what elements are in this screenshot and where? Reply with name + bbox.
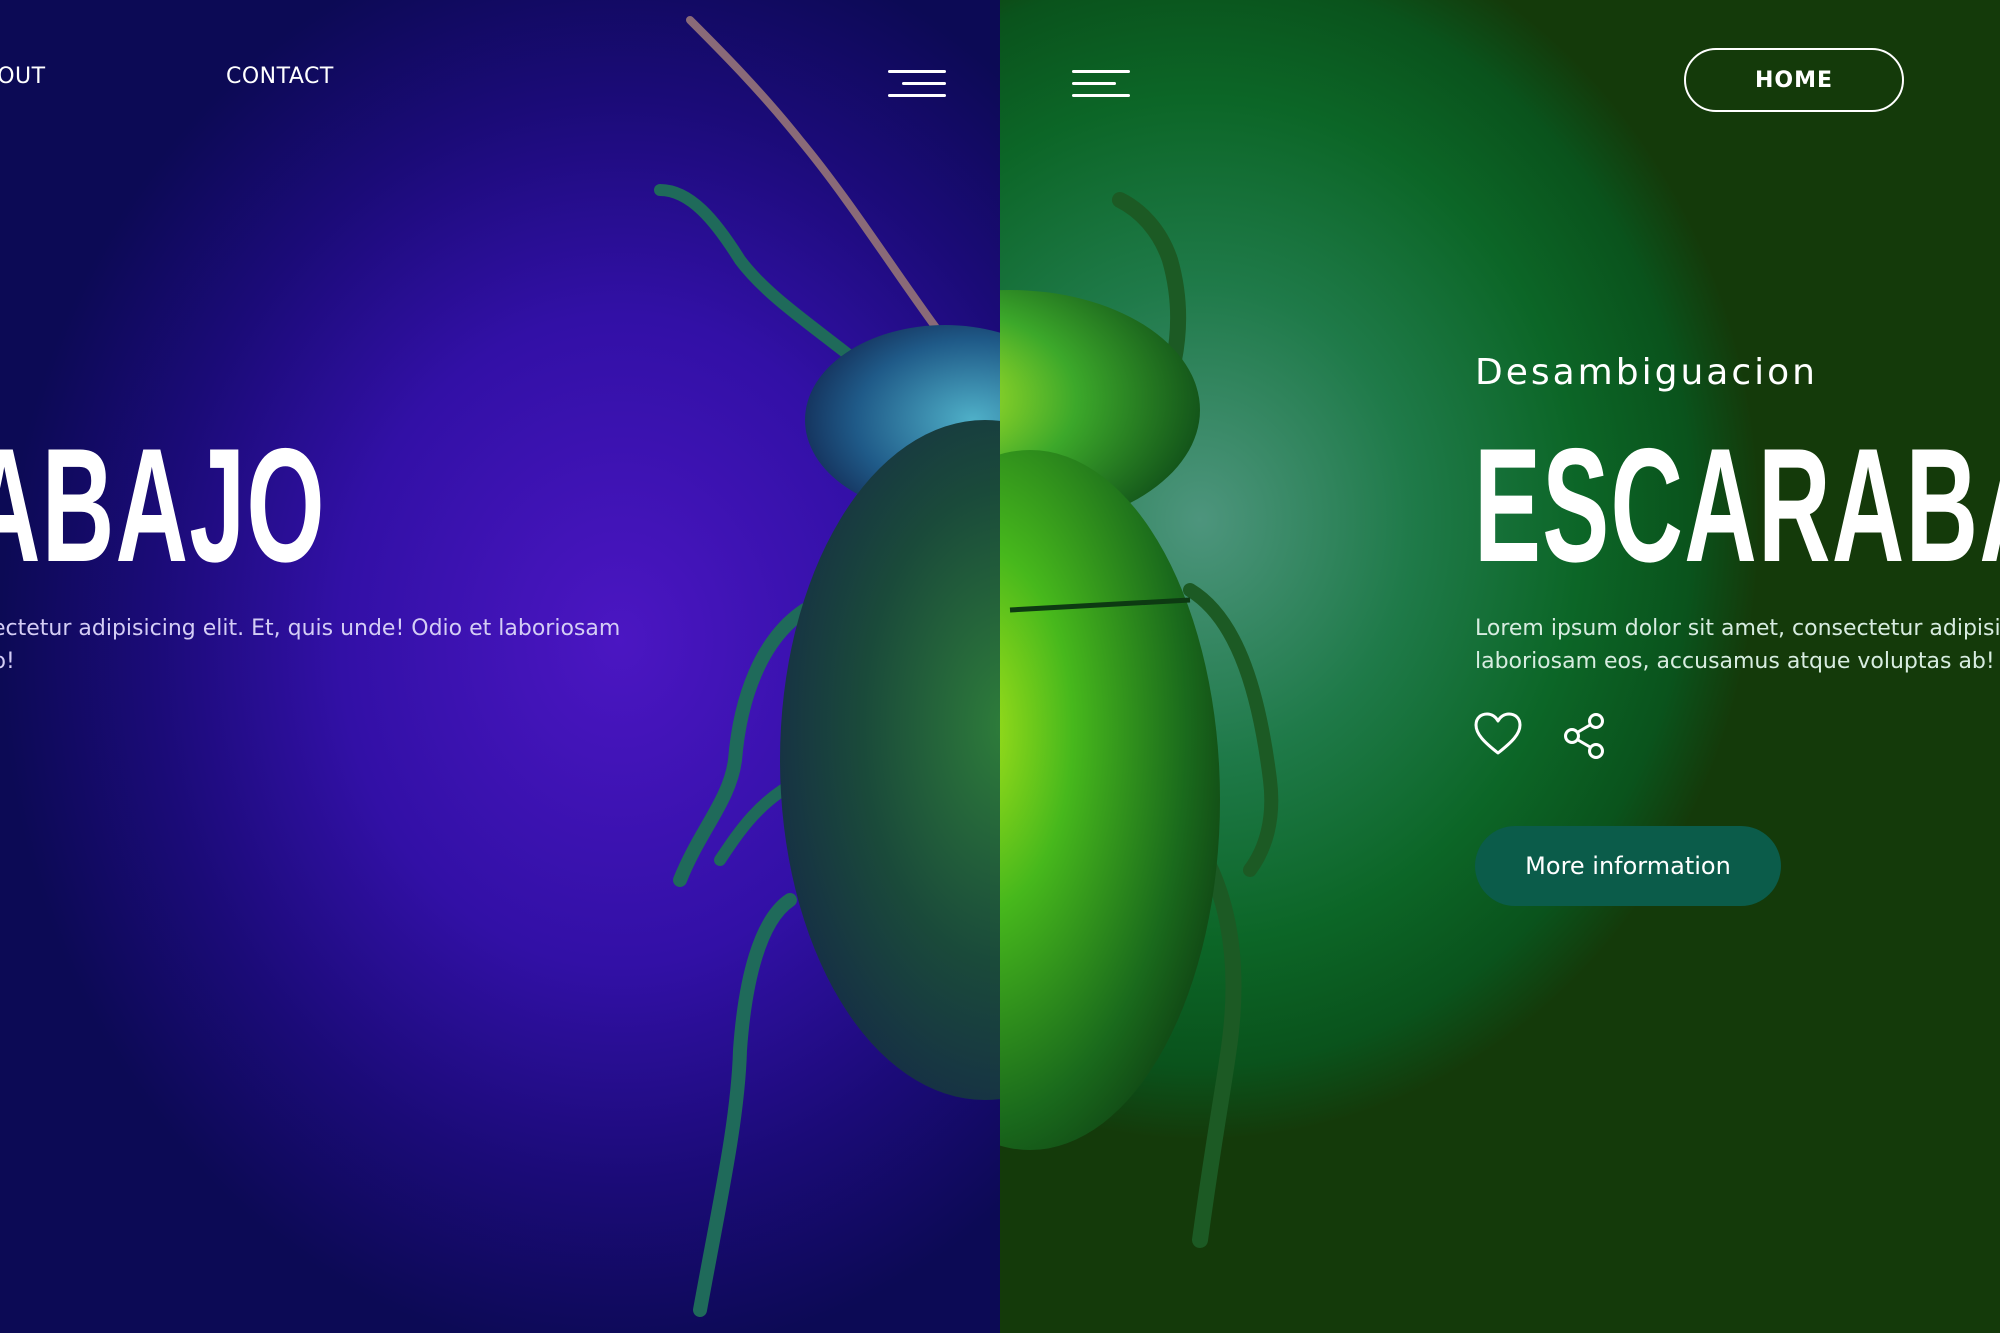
heart-icon[interactable] [1474,712,1522,756]
description-right-line: laboriosam eos, accusamus atque voluptas… [1475,649,1995,674]
description-left-line: ectetur adipisicing elit. Et, quis unde!… [0,616,621,641]
subtitle: Desambiguacion [1475,352,1818,393]
nav-link-about[interactable]: BOUT [0,64,46,89]
nav-link-contact[interactable]: CONTACT [226,64,334,89]
description-left: ectetur adipisicing elit. Et, quis unde!… [0,612,620,678]
page-title-left: ABAJO [0,415,326,596]
description-left-line: b! [0,649,15,674]
home-button[interactable]: HOME [1684,48,1904,112]
hamburger-menu-icon[interactable] [888,70,946,102]
share-icon[interactable] [1562,712,1608,760]
more-information-button[interactable]: More information [1475,826,1781,906]
page-title-right: ESCARABA [1474,415,2000,596]
description-right: Lorem ipsum dolor sit amet, consectetur … [1475,612,2000,678]
beetle-image [654,16,1279,1317]
description-right-line: Lorem ipsum dolor sit amet, consectetur … [1475,616,2000,641]
hamburger-menu-icon[interactable] [1072,70,1130,102]
